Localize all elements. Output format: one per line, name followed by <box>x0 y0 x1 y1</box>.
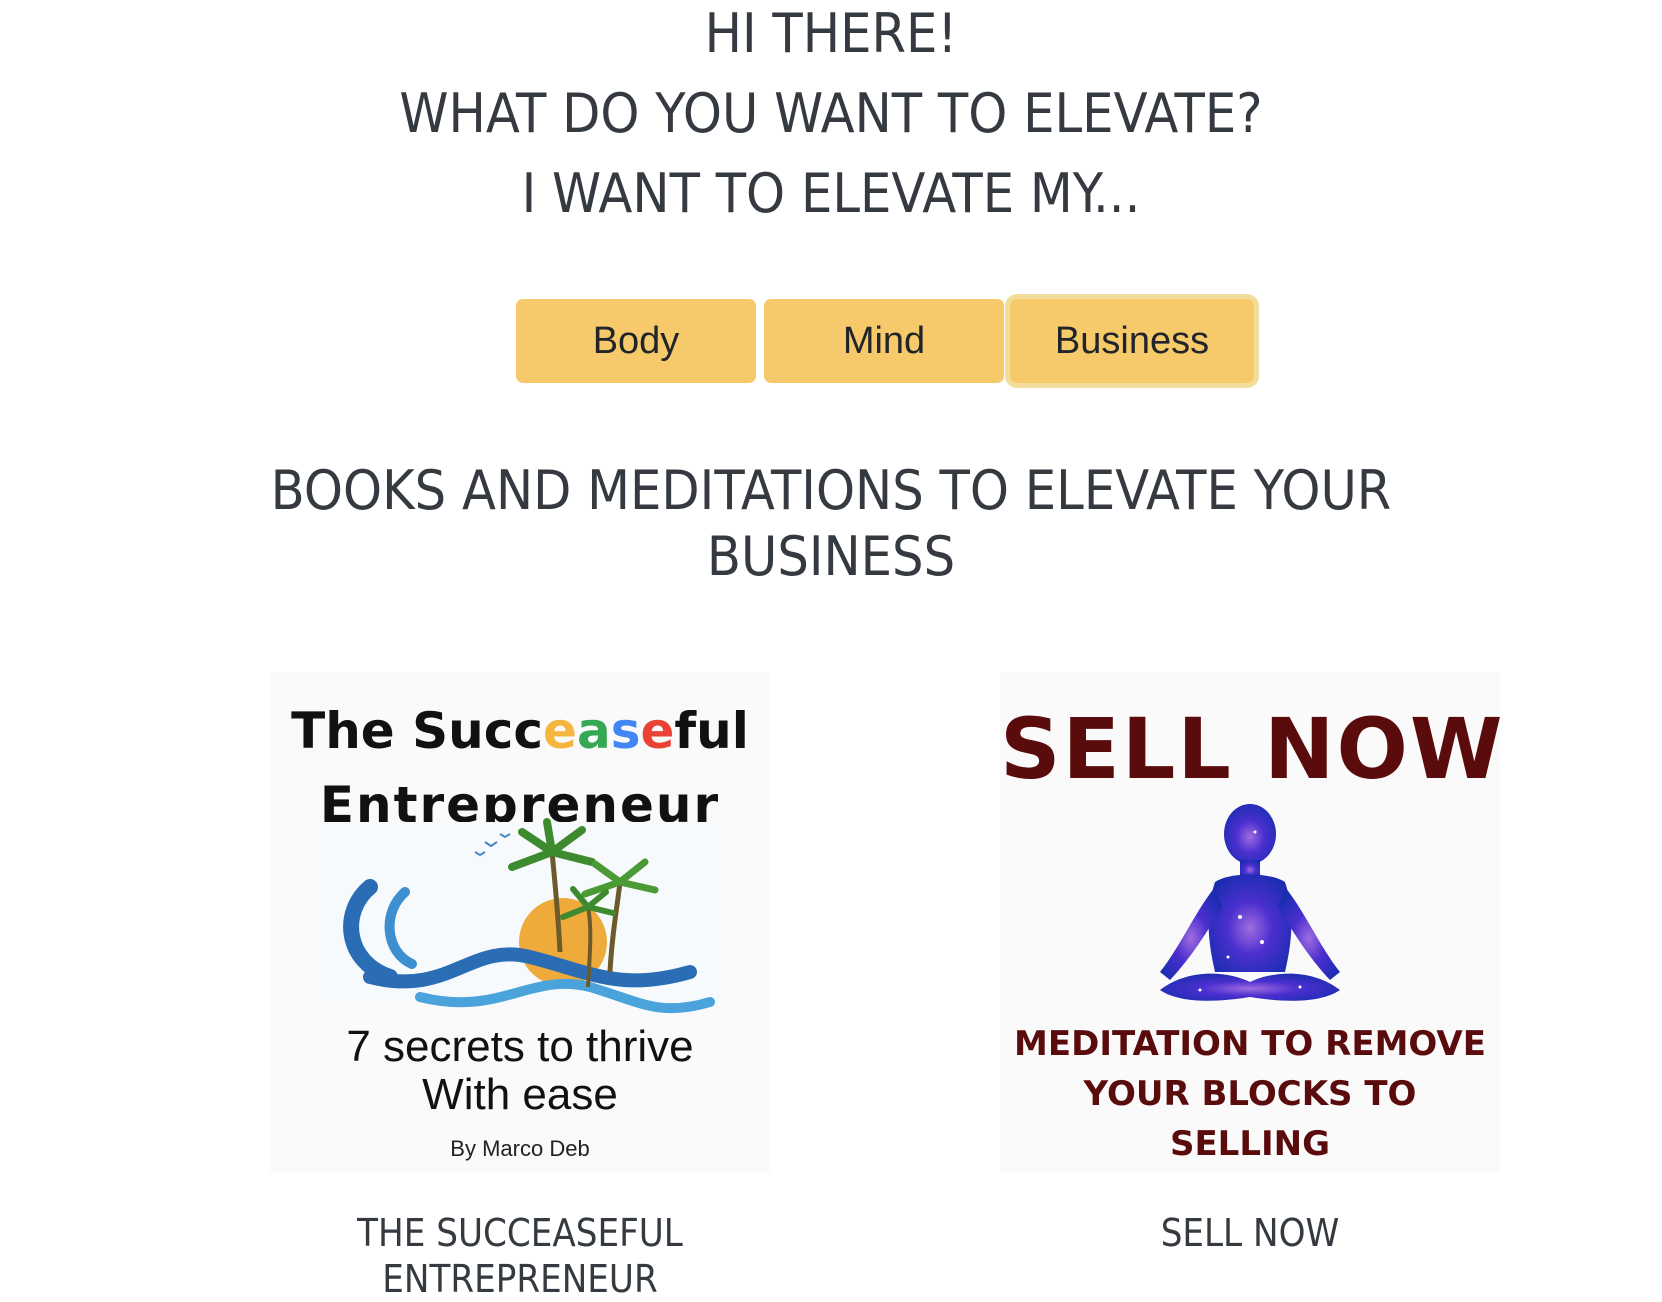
section-title-line1: BOOKS AND MEDITATIONS TO ELEVATE YOUR <box>270 459 1392 522</box>
hero-question: WHAT DO YOU WANT TO ELEVATE? <box>399 82 1263 145</box>
filter-mind-button[interactable]: Mind <box>764 299 1004 383</box>
cover-subtitle-line2: YOUR BLOCKS TO <box>1083 1074 1417 1114</box>
product-title-sell-now[interactable]: SELL NOW <box>1025 1210 1475 1256</box>
cover-tagline-line2: With ease <box>422 1070 618 1119</box>
cover-subtitle-line3: SELLING <box>1169 1124 1331 1164</box>
hero-prompt: I WANT TO ELEVATE MY... <box>521 162 1141 225</box>
section-title-line2: BUSINESS <box>706 525 956 588</box>
filter-body-button[interactable]: Body <box>516 299 756 383</box>
book-cover-succeaseful[interactable]: The Succeaseful Entrepreneur 7 secrets t… <box>270 672 770 1172</box>
cover-subtitle-line1: MEDITATION TO REMOVE <box>1014 1024 1486 1064</box>
hero-greeting: HI THERE! <box>704 2 958 65</box>
product-title-line1[interactable]: THE SUCCEASEFUL <box>295 1210 745 1256</box>
cover-author: By Marco Deb <box>450 1136 590 1161</box>
product-title-line2[interactable]: ENTREPRENEUR <box>295 1256 745 1302</box>
meditation-cover-sell-now[interactable]: SELL NOW MEDITATION TO REMOVE YOUR BLOCK… <box>1000 672 1500 1172</box>
filter-business-button[interactable]: Business <box>1010 299 1254 383</box>
cover-tagline-line1: 7 secrets to thrive <box>346 1022 694 1071</box>
